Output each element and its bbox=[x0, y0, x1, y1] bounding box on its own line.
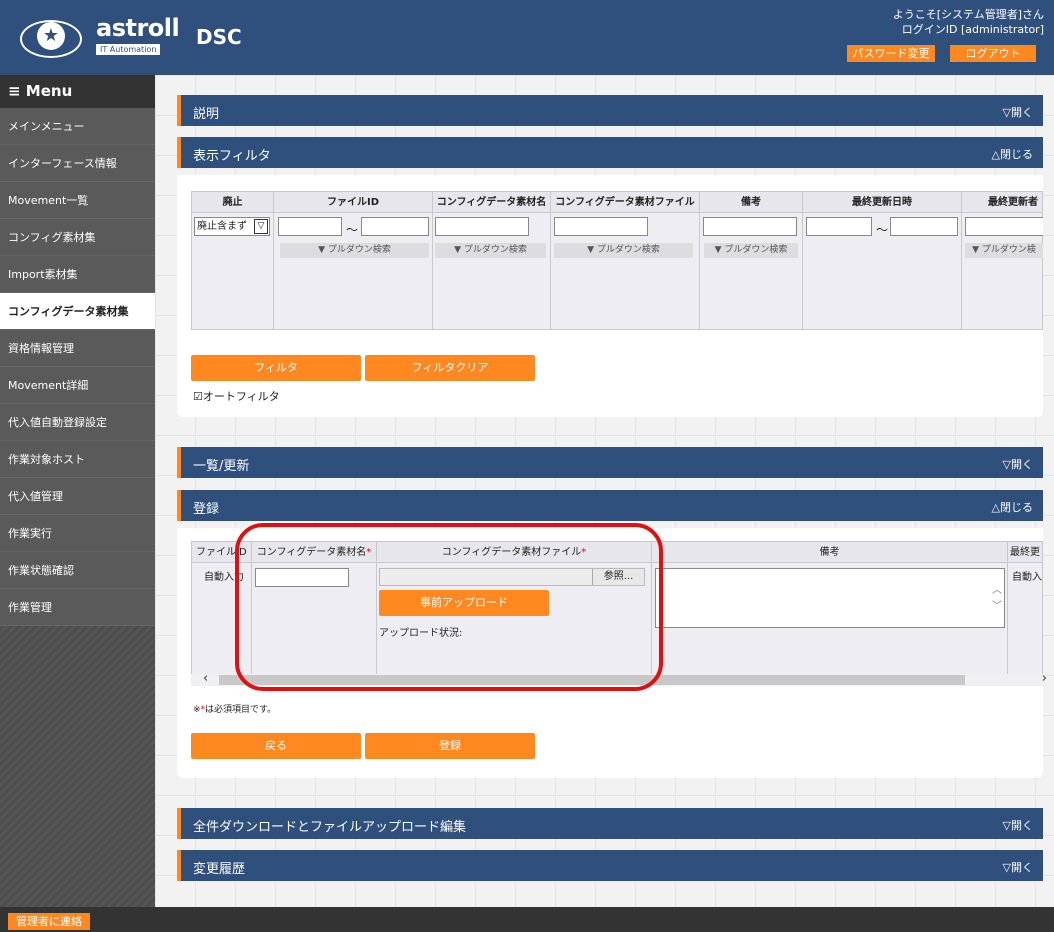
required-note-prefix: ※ bbox=[193, 705, 201, 715]
file-id-from-input[interactable] bbox=[278, 217, 342, 236]
section-toggle[interactable]: △閉じる bbox=[992, 146, 1033, 162]
column-header: 備考 bbox=[699, 191, 803, 213]
column-header: 最終更 bbox=[1007, 541, 1043, 563]
range-tilde: ～ bbox=[876, 223, 889, 237]
updated-to-input[interactable] bbox=[890, 217, 958, 236]
section-title: 一覧/更新 bbox=[193, 459, 250, 474]
register-cell: 自動入 bbox=[1007, 562, 1043, 679]
required-note-text: は必須項目です。 bbox=[205, 705, 277, 715]
logo[interactable]: ★ astroll IT Automation bbox=[8, 8, 180, 68]
scroll-left-icon[interactable]: ‹ bbox=[203, 671, 208, 686]
sidebar: ≡ Menu メインメニュー インターフェース情報 Movement一覧 コンフ… bbox=[0, 75, 155, 907]
section-bulk-download[interactable]: 全件ダウンロードとファイルアップロード編集 ▽開く bbox=[177, 808, 1043, 839]
auto-input-label: 自動入 bbox=[1012, 572, 1042, 583]
brand-subtitle: IT Automation bbox=[96, 44, 161, 55]
section-description[interactable]: 説明 ▽開く bbox=[177, 95, 1043, 126]
sidebar-item-status[interactable]: 作業状態確認 bbox=[0, 552, 155, 589]
sidebar-item-work-management[interactable]: 作業管理 bbox=[0, 589, 155, 626]
column-header: 最終更新者 bbox=[961, 191, 1043, 213]
sidebar-item-values[interactable]: 代入値管理 bbox=[0, 478, 155, 515]
column-header: 備考 bbox=[651, 541, 1008, 563]
sidebar-item-config-data-materials[interactable]: コンフィグデータ素材集 bbox=[0, 293, 155, 330]
section-title: 変更履歴 bbox=[193, 862, 246, 877]
sidebar-item-credentials[interactable]: 資格情報管理 bbox=[0, 330, 155, 367]
logout-button[interactable]: ログアウト bbox=[950, 45, 1036, 62]
welcome-text: ようこそ[システム管理者]さん ログインID [administrator] bbox=[893, 7, 1044, 37]
back-button[interactable]: 戻る bbox=[191, 733, 361, 759]
sidebar-item-main-menu[interactable]: メインメニュー bbox=[0, 108, 155, 145]
section-register[interactable]: 登録 △閉じる bbox=[177, 490, 1043, 521]
material-file-filter-input[interactable] bbox=[554, 217, 648, 236]
menu-title[interactable]: ≡ Menu bbox=[0, 75, 155, 108]
range-tilde: ～ bbox=[346, 223, 359, 237]
chevron-up-icon[interactable]: ︿ bbox=[992, 581, 1002, 596]
password-change-button[interactable]: パスワード変更 bbox=[847, 45, 935, 62]
sidebar-item-target-hosts[interactable]: 作業対象ホスト bbox=[0, 441, 155, 478]
welcome-user: ようこそ[システム管理者]さん bbox=[892, 8, 1044, 21]
column-header: コンフィグデータ素材名 bbox=[432, 191, 551, 213]
discard-select-value: 廃止含まず bbox=[197, 221, 247, 232]
pulldown-search-button[interactable]: ▼ プルダウン検 bbox=[965, 243, 1043, 258]
filter-button[interactable]: フィルタ bbox=[191, 355, 361, 381]
column-header: ファイルID bbox=[273, 191, 433, 213]
footer: 管理者に連絡 bbox=[0, 907, 1054, 932]
section-title: 全件ダウンロードとファイルアップロード編集 bbox=[193, 820, 467, 835]
app-title: DSC bbox=[196, 25, 242, 49]
scroll-right-icon[interactable]: › bbox=[1042, 671, 1047, 686]
note-textarea[interactable]: ︿ ﹀ bbox=[655, 568, 1005, 628]
section-title: 表示フィルタ bbox=[193, 149, 271, 164]
column-header: コンフィグデータ素材ファイル bbox=[550, 191, 700, 213]
sidebar-item-movement-detail[interactable]: Movement詳細 bbox=[0, 367, 155, 404]
main-content: 説明 ▽開く 表示フィルタ △閉じる 廃止 ファイルID コンフィグデータ素材名… bbox=[155, 75, 1054, 907]
updated-from-input[interactable] bbox=[806, 217, 872, 236]
highlight-annotation bbox=[235, 523, 663, 691]
login-id: ログインID [administrator] bbox=[901, 23, 1044, 36]
sidebar-item-auto-registration[interactable]: 代入値自動登録設定 bbox=[0, 404, 155, 441]
sidebar-item-import-materials[interactable]: Import素材集 bbox=[0, 256, 155, 293]
section-filter[interactable]: 表示フィルタ △閉じる bbox=[177, 137, 1043, 168]
file-id-to-input[interactable] bbox=[361, 217, 429, 236]
required-note: ※*は必須項目です。 bbox=[193, 702, 276, 715]
section-toggle[interactable]: △閉じる bbox=[992, 499, 1033, 515]
header: ★ astroll IT Automation DSC ようこそ[システム管理者… bbox=[0, 0, 1054, 75]
filter-panel: 廃止 ファイルID コンフィグデータ素材名 コンフィグデータ素材ファイル 備考 … bbox=[177, 175, 1043, 417]
pulldown-search-button[interactable]: ▼ プルダウン検索 bbox=[280, 243, 429, 258]
updater-filter-input[interactable] bbox=[965, 217, 1043, 236]
chevron-down-icon[interactable]: ﹀ bbox=[992, 597, 1002, 612]
section-title: 登録 bbox=[193, 502, 220, 517]
star-icon: ★ bbox=[37, 22, 65, 50]
section-title: 説明 bbox=[193, 107, 220, 122]
section-toggle[interactable]: ▽開く bbox=[1003, 104, 1033, 120]
material-name-filter-input[interactable] bbox=[435, 217, 529, 236]
chevron-down-icon: ▽ bbox=[254, 219, 268, 234]
pulldown-search-button[interactable]: ▼ プルダウン検索 bbox=[435, 243, 546, 258]
contact-admin-button[interactable]: 管理者に連絡 bbox=[8, 913, 90, 930]
section-list[interactable]: 一覧/更新 ▽開く bbox=[177, 447, 1043, 478]
auto-filter-checkbox[interactable]: ☑オートフィルタ bbox=[193, 388, 280, 404]
column-header: 廃止 bbox=[191, 191, 274, 213]
sidebar-item-movement-list[interactable]: Movement一覧 bbox=[0, 182, 155, 219]
filter-clear-button[interactable]: フィルタクリア bbox=[365, 355, 535, 381]
column-header: 最終更新日時 bbox=[802, 191, 962, 213]
pulldown-search-button[interactable]: ▼ プルダウン検索 bbox=[704, 243, 798, 258]
note-filter-input[interactable] bbox=[703, 217, 797, 236]
register-button[interactable]: 登録 bbox=[365, 733, 535, 759]
brand-name: astroll bbox=[96, 14, 180, 42]
section-history[interactable]: 変更履歴 ▽開く bbox=[177, 850, 1043, 881]
section-toggle[interactable]: ▽開く bbox=[1003, 859, 1033, 875]
sidebar-item-interface-info[interactable]: インターフェース情報 bbox=[0, 145, 155, 182]
pulldown-search-button[interactable]: ▼ プルダウン検索 bbox=[554, 243, 693, 258]
section-toggle[interactable]: ▽開く bbox=[1003, 456, 1033, 472]
section-toggle[interactable]: ▽開く bbox=[1003, 817, 1033, 833]
sidebar-item-execute[interactable]: 作業実行 bbox=[0, 515, 155, 552]
discard-select[interactable]: 廃止含まず ▽ bbox=[194, 217, 270, 236]
sidebar-item-config-materials[interactable]: コンフィグ素材集 bbox=[0, 219, 155, 256]
